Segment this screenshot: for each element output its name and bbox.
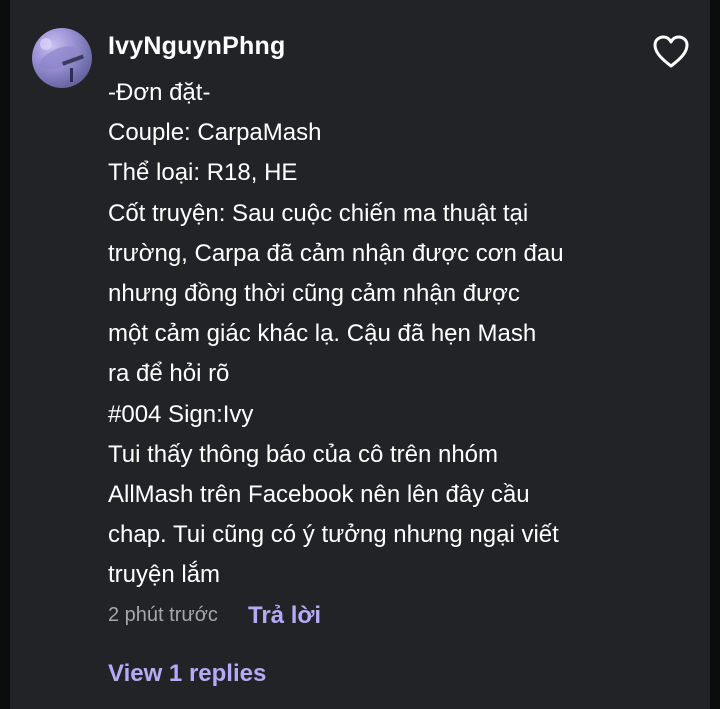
reply-button[interactable]: Trả lời xyxy=(248,602,321,630)
comment-line: một cảm giác khác lạ. Cậu đã hẹn Mash xyxy=(108,320,537,348)
avatar[interactable] xyxy=(32,28,92,88)
comment-body: -Đơn đặt- Couple: CarpaMash Thể loại: R1… xyxy=(108,73,628,596)
comment-line: Couple: CarpaMash xyxy=(108,119,322,147)
comment-line: AllMash trên Facebook nên lên đây cầu xyxy=(108,481,530,509)
right-edge xyxy=(710,0,720,709)
comment-line: trường, Carpa đã cảm nhận được cơn đau xyxy=(108,239,564,267)
comment-timestamp: 2 phút trước xyxy=(108,604,218,626)
comment-line: #004 Sign:Ivy xyxy=(108,400,254,428)
left-edge xyxy=(0,0,10,709)
comment-line: ra để hỏi rõ xyxy=(108,360,230,388)
comment-line: chap. Tui cũng có ý tưởng nhưng ngại viế… xyxy=(108,521,559,549)
like-heart-icon[interactable] xyxy=(653,35,689,69)
comment-username[interactable]: IvyNguynPhng xyxy=(108,32,285,61)
comment-line: Tui thấy thông báo của cô trên nhóm xyxy=(108,440,499,468)
view-replies-button[interactable]: View 1 replies xyxy=(108,660,266,688)
comment-line: -Đơn đặt- xyxy=(108,79,211,106)
comment-line: Cốt truyện: Sau cuộc chiến ma thuật tại xyxy=(108,199,529,227)
avatar-image xyxy=(39,38,85,82)
comment-card: IvyNguynPhng -Đơn đặt- Couple: CarpaMash… xyxy=(10,0,710,709)
comment-line: nhưng đồng thời cũng cảm nhận được xyxy=(108,280,520,308)
comment-line: Thể loại: R18, HE xyxy=(108,159,298,187)
comment-line: truyện lắm xyxy=(108,561,221,589)
